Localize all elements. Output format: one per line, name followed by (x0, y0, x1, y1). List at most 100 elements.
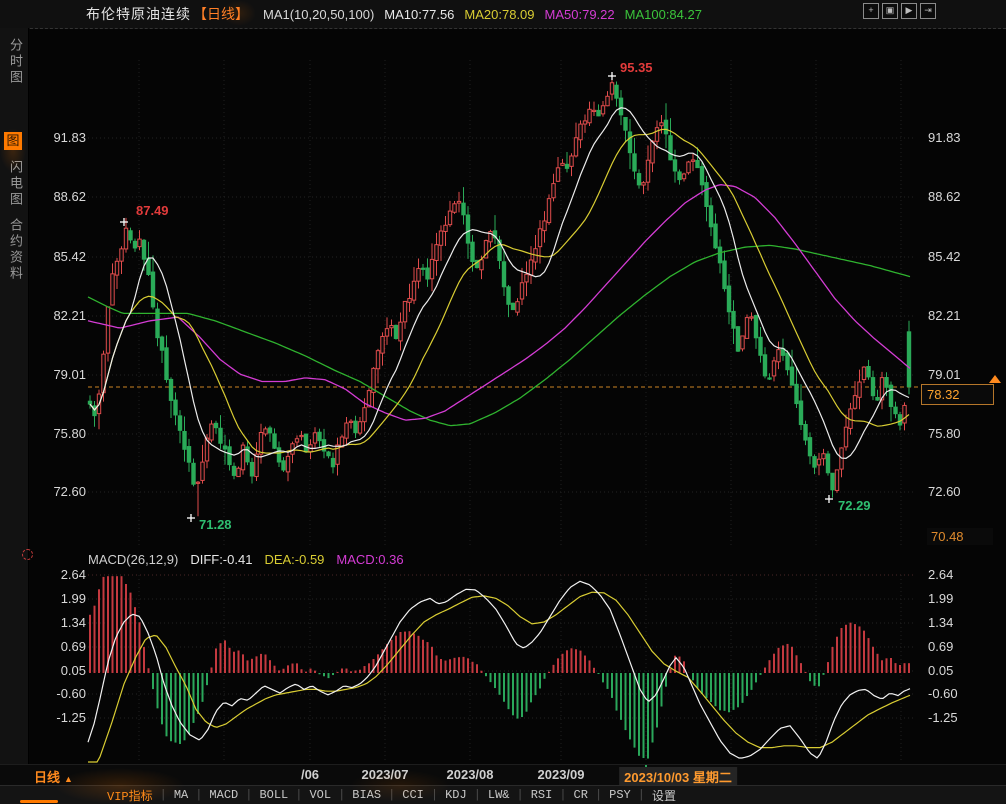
tab-separator: | (160, 788, 167, 802)
tab-separator: | (517, 788, 524, 802)
instrument-title: 布伦特原油连续 (86, 4, 191, 24)
drawing-tool-icon[interactable] (22, 549, 33, 560)
svg-text:88.62: 88.62 (53, 189, 86, 204)
pan-icon[interactable]: + (863, 3, 879, 19)
x-axis-label: 2023/07 (362, 767, 409, 782)
tab-separator: | (559, 788, 566, 802)
period-tag[interactable]: 【日线】 (193, 4, 249, 24)
tab-CR[interactable]: CR (567, 788, 595, 802)
svg-text:1.34: 1.34 (61, 615, 86, 630)
ma100-line (88, 245, 910, 425)
last-price-value: 78.32 (927, 387, 960, 402)
macd-legend-item: MACD(26,12,9) (88, 552, 178, 567)
svg-text:85.42: 85.42 (928, 249, 961, 264)
svg-text:0.69: 0.69 (928, 639, 953, 654)
axis-labels: 91.83 91.83 88.62 88.62 85.42 85.42 82.21 82.21… (53, 130, 960, 725)
tab-RSI[interactable]: RSI (524, 788, 560, 802)
tab-separator: | (474, 788, 481, 802)
svg-text:72.29: 72.29 (838, 498, 871, 513)
indicator-tab-bar: VIP指标|MA|MACD|BOLL|VOL|BIAS|CCI|KDJ|LW&|… (0, 785, 1006, 804)
tab-VOL[interactable]: VOL (302, 788, 338, 802)
macd-legend-item: DIFF:-0.41 (190, 552, 252, 567)
ma-value-label: MA20:78.09 (464, 7, 534, 22)
chart-window-icon[interactable]: ▣ (882, 3, 898, 19)
svg-text:0.05: 0.05 (61, 663, 86, 678)
tab-scrollbar[interactable] (20, 800, 58, 803)
tab-separator: | (295, 788, 302, 802)
svg-text:91.83: 91.83 (928, 130, 961, 145)
tab-CCI[interactable]: CCI (395, 788, 431, 802)
tab-PSY[interactable]: PSY (602, 788, 638, 802)
ma-value-label: MA50:79.22 (545, 7, 615, 22)
tab-KDJ[interactable]: KDJ (438, 788, 474, 802)
exit-icon[interactable]: ⇥ (920, 3, 936, 19)
ma-value-label: MA10:77.56 (384, 7, 454, 22)
tab-BIAS[interactable]: BIAS (345, 788, 388, 802)
svg-text:1.34: 1.34 (928, 615, 953, 630)
svg-text:82.21: 82.21 (928, 308, 961, 323)
last-price-tag: 78.32 (921, 384, 994, 405)
ma-value-label: MA100:84.27 (625, 7, 702, 22)
svg-text:85.42: 85.42 (53, 249, 86, 264)
svg-text:72.60: 72.60 (53, 484, 86, 499)
ma20-line (90, 129, 909, 453)
tab-BOLL[interactable]: BOLL (252, 788, 295, 802)
svg-text:79.01: 79.01 (928, 367, 961, 382)
tab-LW&[interactable]: LW& (481, 788, 517, 802)
ma-legend: MA1(10,20,50,100) MA10:77.56 MA20:78.09 MA5… (263, 7, 712, 22)
tab-设置[interactable]: 设置 (645, 787, 683, 804)
svg-text:71.28: 71.28 (199, 517, 232, 532)
svg-text:-0.60: -0.60 (56, 686, 86, 701)
svg-text:75.80: 75.80 (53, 426, 86, 441)
x-axis-label: 2023/09 (538, 767, 585, 782)
macd-legend: MACD(26,12,9) DIFF:-0.41 DEA:-0.59 MACD:0.3… (88, 552, 416, 567)
tab-separator: | (638, 788, 645, 802)
tab-separator: | (245, 788, 252, 802)
svg-text:-0.60: -0.60 (928, 686, 958, 701)
macd-histogram (90, 576, 909, 758)
macd-legend-item: MACD:0.36 (336, 552, 403, 567)
svg-text:72.60: 72.60 (928, 484, 961, 499)
chart-play-icon[interactable]: ▶ (901, 3, 917, 19)
macd-legend-item: DEA:-0.59 (264, 552, 324, 567)
tab-separator: | (338, 788, 345, 802)
svg-text:-1.25: -1.25 (928, 710, 958, 725)
svg-text:95.35: 95.35 (620, 60, 653, 75)
time-axis: 日线▲ /062023/072023/082023/092023/10/03 星… (0, 764, 1006, 786)
svg-text:87.49: 87.49 (136, 203, 169, 218)
price-annotations: 95.35 87.49 71.28 72.29 (120, 60, 871, 532)
ma50-line (88, 185, 910, 420)
current-date-label: 2023/10/03 星期二 (619, 767, 737, 786)
trading-app-window: 布伦特原油连续 【日线】 MA1(10,20,50,100) MA10:77.56… (0, 0, 1006, 804)
tab-MACD[interactable]: MACD (202, 788, 245, 802)
period-selector[interactable]: 日线▲ (34, 767, 73, 786)
tab-VIP指标[interactable]: VIP指标 (100, 787, 160, 804)
svg-text:79.01: 79.01 (53, 367, 86, 382)
candlestick-chart[interactable]: 91.83 91.83 88.62 88.62 85.42 85.42 82.21 82.21… (0, 28, 1006, 764)
top-bar: 布伦特原油连续 【日线】 MA1(10,20,50,100) MA10:77.56… (0, 0, 1006, 29)
svg-text:82.21: 82.21 (53, 308, 86, 323)
window-toolbar: +▣▶⇥ (863, 3, 936, 19)
svg-text:91.83: 91.83 (53, 130, 86, 145)
tab-separator: | (431, 788, 438, 802)
tab-MA[interactable]: MA (167, 788, 195, 802)
range-low-tag: 70.48 (927, 528, 993, 545)
svg-text:1.99: 1.99 (61, 591, 86, 606)
chevron-up-icon: ▲ (64, 774, 73, 784)
ma-settings-label: MA1(10,20,50,100) (263, 7, 374, 22)
svg-text:0.05: 0.05 (928, 663, 953, 678)
price-up-arrow-icon (989, 375, 1001, 383)
svg-text:2.64: 2.64 (928, 567, 953, 582)
svg-text:-1.25: -1.25 (56, 710, 86, 725)
svg-text:0.69: 0.69 (61, 639, 86, 654)
tab-separator: | (595, 788, 602, 802)
ma10-line (90, 108, 909, 459)
x-axis-label: 2023/08 (447, 767, 494, 782)
tab-separator: | (388, 788, 395, 802)
svg-text:75.80: 75.80 (928, 426, 961, 441)
svg-text:2.64: 2.64 (61, 567, 86, 582)
tab-separator: | (195, 788, 202, 802)
svg-text:88.62: 88.62 (928, 189, 961, 204)
candles-layer (88, 73, 910, 516)
svg-text:1.99: 1.99 (928, 591, 953, 606)
